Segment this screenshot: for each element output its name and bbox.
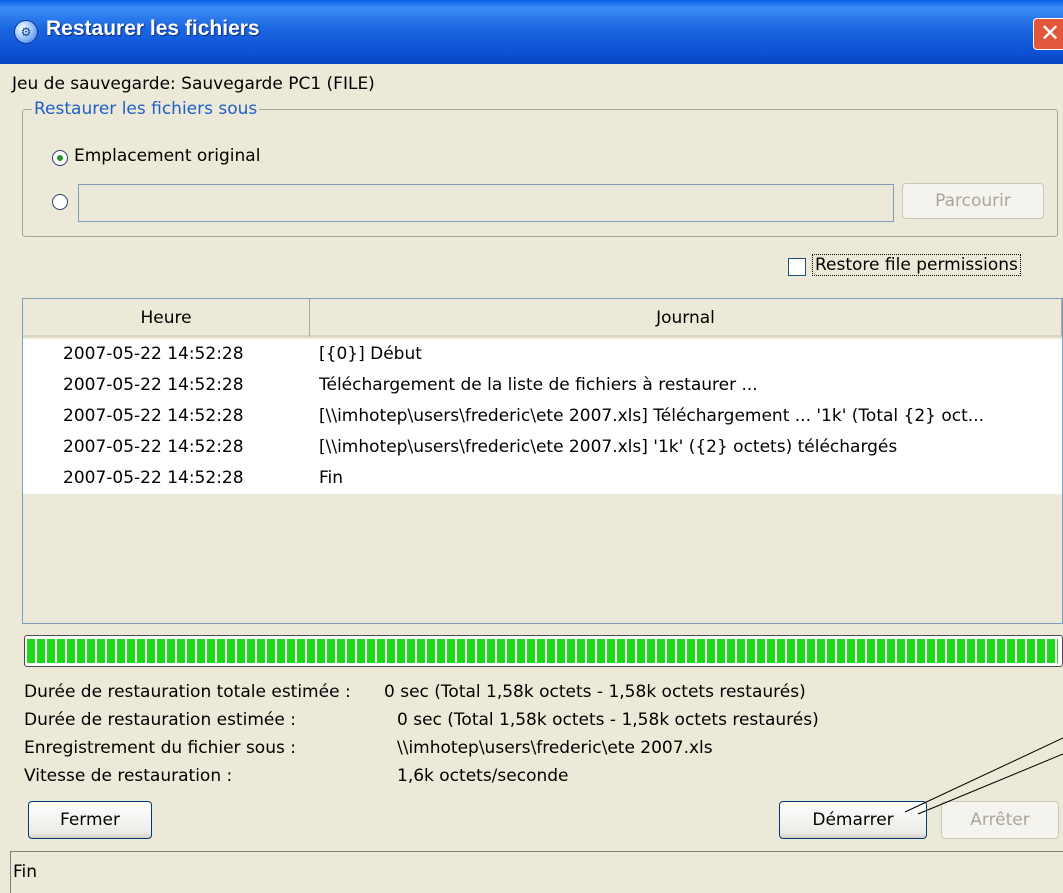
callout-line — [904, 737, 1063, 815]
